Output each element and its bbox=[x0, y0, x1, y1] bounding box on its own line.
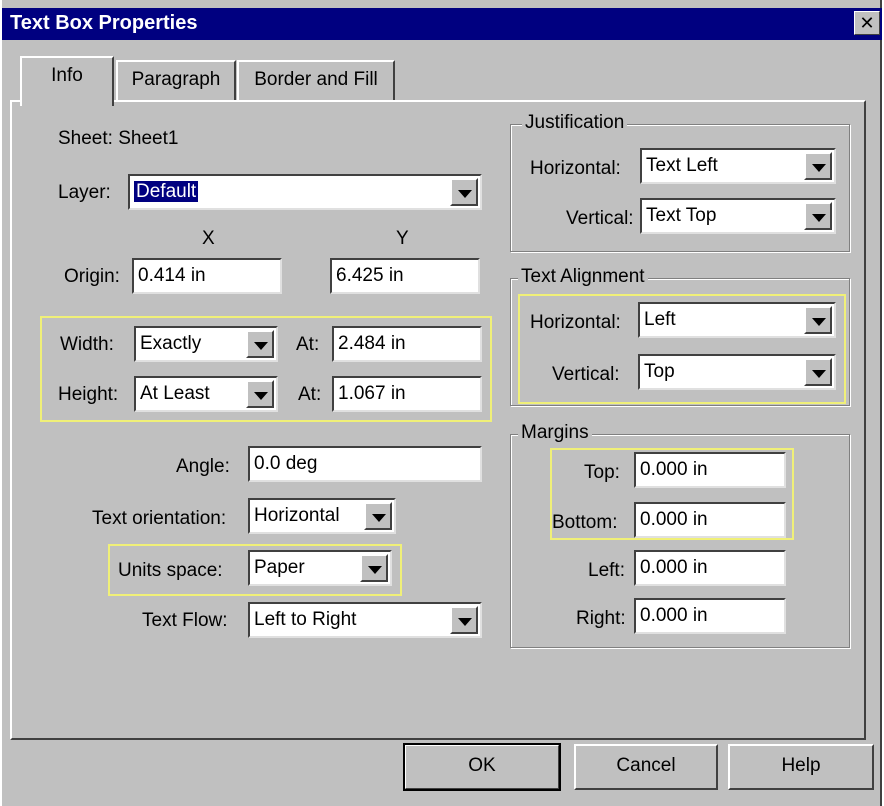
chevron-down-icon[interactable] bbox=[450, 606, 478, 634]
text-alignment-horizontal-select[interactable]: Left bbox=[638, 302, 836, 338]
angle-value: 0.0 deg bbox=[254, 453, 318, 474]
margin-left-field[interactable]: 0.000 in bbox=[634, 550, 786, 586]
ok-button[interactable]: OK bbox=[403, 743, 561, 791]
tab-paragraph-label: Paragraph bbox=[131, 69, 221, 90]
help-button[interactable]: Help bbox=[728, 744, 874, 790]
cancel-button-label: Cancel bbox=[616, 755, 676, 776]
text-orientation-select[interactable]: Horizontal bbox=[248, 498, 396, 534]
close-icon: ✕ bbox=[859, 13, 875, 33]
margin-left-label: Left: bbox=[588, 560, 625, 581]
tab-border-and-fill-label: Border and Fill bbox=[254, 69, 378, 90]
justification-vertical-select[interactable]: Text Top bbox=[640, 198, 836, 234]
help-button-label: Help bbox=[781, 755, 821, 776]
text-alignment-horizontal-label: Horizontal: bbox=[530, 312, 621, 333]
margin-right-value: 0.000 in bbox=[640, 605, 708, 626]
height-mode-select[interactable]: At Least bbox=[134, 376, 278, 412]
margin-bottom-field[interactable]: 0.000 in bbox=[634, 502, 786, 538]
units-space-select[interactable]: Paper bbox=[248, 550, 392, 586]
margin-top-value: 0.000 in bbox=[640, 459, 708, 480]
justification-vertical-label: Vertical: bbox=[566, 208, 634, 229]
tab-border-and-fill[interactable]: Border and Fill bbox=[237, 60, 395, 100]
text-orientation-label: Text orientation: bbox=[92, 508, 227, 529]
width-at-label: At: bbox=[296, 334, 320, 355]
margin-left-value: 0.000 in bbox=[640, 557, 708, 578]
text-alignment-vertical-label: Vertical: bbox=[552, 364, 620, 385]
text-flow-select[interactable]: Left to Right bbox=[248, 602, 482, 638]
margin-right-field[interactable]: 0.000 in bbox=[634, 598, 786, 634]
width-value: 2.484 in bbox=[338, 333, 406, 354]
units-space-label: Units space: bbox=[118, 560, 223, 581]
justification-horizontal-value: Text Left bbox=[646, 155, 718, 176]
angle-label: Angle: bbox=[176, 456, 230, 477]
justification-horizontal-label: Horizontal: bbox=[530, 158, 621, 179]
height-label: Height: bbox=[58, 384, 119, 405]
margins-legend: Margins bbox=[518, 422, 592, 444]
x-header: X bbox=[202, 228, 215, 249]
width-mode-select[interactable]: Exactly bbox=[134, 326, 278, 362]
margin-right-label: Right: bbox=[576, 608, 626, 629]
justification-legend: Justification bbox=[522, 112, 628, 134]
origin-x-value: 0.414 in bbox=[138, 265, 206, 286]
cancel-button[interactable]: Cancel bbox=[574, 744, 718, 790]
origin-label: Origin: bbox=[64, 266, 120, 287]
text-orientation-value: Horizontal bbox=[254, 505, 340, 526]
justification-vertical-value: Text Top bbox=[646, 205, 717, 226]
width-mode-value: Exactly bbox=[140, 333, 202, 354]
text-flow-label: Text Flow: bbox=[142, 610, 228, 631]
chevron-down-icon[interactable] bbox=[246, 380, 274, 408]
height-mode-value: At Least bbox=[140, 383, 210, 404]
width-label: Width: bbox=[60, 334, 114, 355]
text-alignment-horizontal-value: Left bbox=[644, 309, 676, 330]
tab-info-label: Info bbox=[51, 65, 83, 86]
chevron-down-icon[interactable] bbox=[360, 554, 388, 582]
tab-paragraph[interactable]: Paragraph bbox=[116, 60, 236, 100]
chevron-down-icon[interactable] bbox=[804, 358, 832, 386]
text-flow-value: Left to Right bbox=[254, 609, 357, 630]
chevron-down-icon[interactable] bbox=[246, 330, 274, 358]
text-alignment-vertical-value: Top bbox=[644, 361, 675, 382]
text-alignment-vertical-select[interactable]: Top bbox=[638, 354, 836, 390]
angle-field[interactable]: 0.0 deg bbox=[248, 446, 482, 482]
layer-label: Layer: bbox=[58, 182, 111, 203]
margin-top-field[interactable]: 0.000 in bbox=[634, 452, 786, 488]
chevron-down-icon[interactable] bbox=[364, 502, 392, 530]
justification-horizontal-select[interactable]: Text Left bbox=[640, 148, 836, 184]
units-space-value: Paper bbox=[254, 557, 305, 578]
margin-bottom-value: 0.000 in bbox=[640, 509, 708, 530]
chevron-down-icon[interactable] bbox=[804, 152, 832, 180]
margin-top-label: Top: bbox=[584, 462, 620, 483]
width-value-field[interactable]: 2.484 in bbox=[332, 326, 482, 362]
origin-y-value: 6.425 in bbox=[336, 265, 404, 286]
layer-value: Default bbox=[134, 181, 199, 202]
text-alignment-legend: Text Alignment bbox=[518, 266, 648, 288]
height-at-label: At: bbox=[298, 384, 322, 405]
margin-bottom-label: Bottom: bbox=[552, 512, 618, 533]
dialog-window: Text Box Properties ✕ Info Paragraph Bor… bbox=[0, 0, 882, 806]
height-value-field[interactable]: 1.067 in bbox=[332, 376, 482, 412]
window-title: Text Box Properties bbox=[10, 12, 198, 34]
y-header: Y bbox=[396, 228, 409, 249]
layer-select[interactable]: Default bbox=[128, 174, 482, 210]
chevron-down-icon[interactable] bbox=[450, 178, 478, 206]
tab-info[interactable]: Info bbox=[20, 56, 114, 106]
origin-y-field[interactable]: 6.425 in bbox=[330, 258, 480, 294]
sheet-label: Sheet: Sheet1 bbox=[58, 128, 179, 149]
title-bar[interactable]: Text Box Properties ✕ bbox=[2, 8, 882, 40]
chevron-down-icon[interactable] bbox=[804, 306, 832, 334]
height-value: 1.067 in bbox=[338, 383, 406, 404]
ok-button-label: OK bbox=[468, 755, 496, 776]
chevron-down-icon[interactable] bbox=[804, 202, 832, 230]
close-button[interactable]: ✕ bbox=[854, 11, 880, 35]
origin-x-field[interactable]: 0.414 in bbox=[132, 258, 282, 294]
